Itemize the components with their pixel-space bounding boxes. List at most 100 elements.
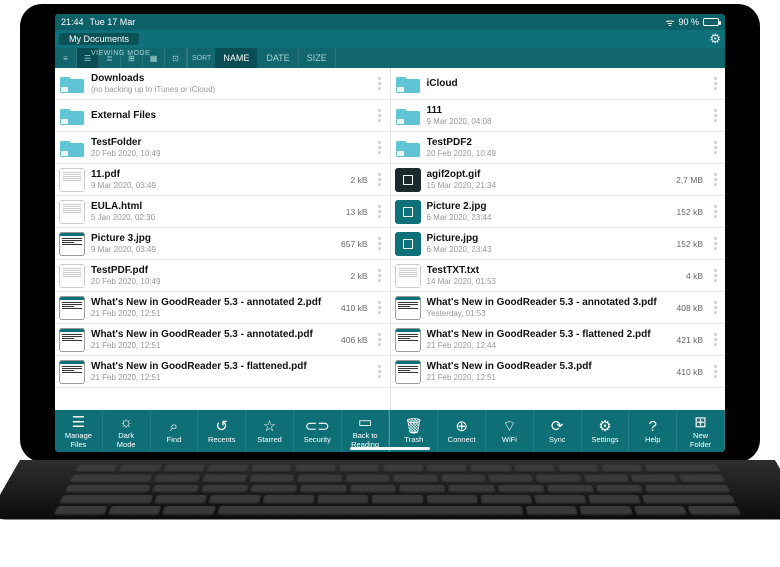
toolbar-label: Dark Mode	[117, 432, 136, 449]
document-icon	[59, 168, 85, 192]
toolbar-dark-button[interactable]: ☼ Dark Mode	[103, 410, 151, 452]
document-preview-icon	[59, 296, 85, 320]
drag-handle-icon[interactable]	[376, 333, 384, 346]
file-row[interactable]: What's New in GoodReader 5.3 - flattened…	[55, 356, 390, 388]
image-icon	[395, 200, 421, 224]
file-row[interactable]: Picture 3.jpg 9 Mar 2020, 03:49 657 kB	[55, 228, 390, 260]
drag-handle-icon[interactable]	[376, 237, 384, 250]
file-row[interactable]: Picture.jpg 6 Mar 2020, 23:43 152 kB	[391, 228, 726, 260]
drag-handle-icon[interactable]	[376, 269, 384, 282]
file-subtitle: 20 Feb 2020, 10:49	[427, 149, 706, 158]
document-preview-icon	[395, 328, 421, 352]
file-name: TestFolder	[91, 137, 370, 149]
document-preview-icon	[59, 328, 85, 352]
file-name: External Files	[91, 110, 370, 122]
file-name: TestPDF2	[427, 137, 706, 149]
toolbar-settings-button[interactable]: ⚙ Settings	[582, 410, 630, 452]
drag-handle-icon[interactable]	[376, 141, 384, 154]
file-name: What's New in GoodReader 5.3 - flattened…	[91, 361, 370, 373]
drag-handle-icon[interactable]	[376, 205, 384, 218]
file-name: agif2opt.gif	[427, 169, 671, 181]
recents-icon: ↺	[215, 417, 228, 435]
file-row[interactable]: What's New in GoodReader 5.3 - annotated…	[55, 324, 390, 356]
file-row[interactable]: What's New in GoodReader 5.3 - annotated…	[55, 292, 390, 324]
drag-handle-icon[interactable]	[376, 173, 384, 186]
file-row[interactable]: TestTXT.txt 14 Mar 2020, 01:53 4 kB	[391, 260, 726, 292]
file-row[interactable]: Picture 2.jpg 6 Mar 2020, 23:44 152 kB	[391, 196, 726, 228]
sort-date-button[interactable]: DATE	[258, 48, 298, 68]
document-preview-icon	[59, 232, 85, 256]
file-row[interactable]: 11.pdf 9 Mar 2020, 03:49 2 kB	[55, 164, 390, 196]
file-subtitle: 14 Mar 2020, 01:53	[427, 277, 680, 286]
wifi-icon: ⌔	[502, 417, 516, 435]
toolbar-label: Connect	[448, 436, 476, 444]
file-subtitle: 21 Feb 2020, 12:51	[91, 341, 335, 350]
toolbar-label: WiFi	[502, 436, 517, 444]
file-name: Picture 2.jpg	[427, 201, 671, 213]
toolbar-starred-button[interactable]: ☆ Starred	[246, 410, 294, 452]
file-row[interactable]: TestPDF.pdf 20 Feb 2020, 10:49 2 kB	[55, 260, 390, 292]
file-name: 11.pdf	[91, 169, 344, 181]
folder-icon	[395, 104, 421, 128]
file-subtitle: 21 Feb 2020, 12:51	[427, 373, 671, 382]
drag-handle-icon[interactable]	[376, 77, 384, 90]
manage-icon: ☰	[72, 413, 85, 431]
toolbar-help-button[interactable]: ? Help	[629, 410, 677, 452]
drag-handle-icon[interactable]	[711, 301, 719, 314]
file-row[interactable]: What's New in GoodReader 5.3.pdf 21 Feb …	[391, 356, 726, 388]
toolbar-trash-button[interactable]: 🗑 Trash	[390, 410, 438, 452]
file-size: 410 kB	[341, 303, 367, 313]
drag-handle-icon[interactable]	[711, 333, 719, 346]
file-row[interactable]: 111 9 Mar 2020, 04:08	[391, 100, 726, 132]
file-size: 421 kB	[677, 335, 703, 345]
file-row[interactable]: Downloads (no backing up to iTunes or iC…	[55, 68, 390, 100]
home-indicator[interactable]	[350, 447, 430, 450]
file-row[interactable]: What's New in GoodReader 5.3 - flattened…	[391, 324, 726, 356]
file-row[interactable]: TestPDF2 20 Feb 2020, 10:49	[391, 132, 726, 164]
file-row[interactable]: iCloud	[391, 68, 726, 100]
folder-icon	[395, 136, 421, 160]
file-row[interactable]: TestFolder 20 Feb 2020, 10:49	[55, 132, 390, 164]
file-row[interactable]: agif2opt.gif 15 Mar 2020, 21:34 2,7 MB	[391, 164, 726, 196]
file-row[interactable]: External Files	[55, 100, 390, 132]
toolbar-newfolder-button[interactable]: ⊞ New Folder	[677, 410, 725, 452]
settings-gear-icon[interactable]: ⚙	[709, 31, 721, 47]
toolbar-sync-button[interactable]: ⟳ Sync	[534, 410, 582, 452]
breadcrumb-root[interactable]: My Documents	[59, 33, 139, 45]
drag-handle-icon[interactable]	[711, 205, 719, 218]
security-icon: ⊂⊃	[305, 417, 330, 435]
toolbar-find-button[interactable]: ⌕ Find	[151, 410, 199, 452]
drag-handle-icon[interactable]	[711, 237, 719, 250]
sort-label: SORT	[188, 54, 215, 62]
sort-size-button[interactable]: SIZE	[299, 48, 336, 68]
drag-handle-icon[interactable]	[711, 365, 719, 378]
drag-handle-icon[interactable]	[711, 173, 719, 186]
file-size: 2 kB	[350, 271, 367, 281]
drag-handle-icon[interactable]	[711, 141, 719, 154]
toolbar-label: Security	[304, 436, 331, 444]
toolbar-connect-button[interactable]: ⊕ Connect	[438, 410, 486, 452]
file-subtitle: 6 Mar 2020, 23:43	[427, 245, 671, 254]
toolbar-back-button[interactable]: ▭ Back to Reading	[342, 410, 390, 452]
drag-handle-icon[interactable]	[376, 109, 384, 122]
toolbar-recents-button[interactable]: ↺ Recents	[198, 410, 246, 452]
file-subtitle: 9 Mar 2020, 03:49	[91, 181, 344, 190]
toolbar-security-button[interactable]: ⊂⊃ Security	[294, 410, 342, 452]
view-list1-icon[interactable]: ≡	[55, 48, 77, 68]
view-grid3-icon[interactable]: ⊡	[165, 48, 187, 68]
file-row[interactable]: What's New in GoodReader 5.3 - annotated…	[391, 292, 726, 324]
file-browser: Downloads (no backing up to iTunes or iC…	[55, 68, 725, 410]
toolbar-wifi-button[interactable]: ⌔ WiFi	[486, 410, 534, 452]
sort-name-button[interactable]: NAME	[215, 48, 258, 68]
toolbar-label: Settings	[591, 436, 618, 444]
toolbar-manage-button[interactable]: ☰ Manage Files	[55, 410, 103, 452]
help-icon: ?	[649, 417, 657, 435]
drag-handle-icon[interactable]	[711, 269, 719, 282]
drag-handle-icon[interactable]	[376, 365, 384, 378]
file-row[interactable]: EULA.html 5 Jan 2020, 02:30 13 kB	[55, 196, 390, 228]
drag-handle-icon[interactable]	[711, 77, 719, 90]
drag-handle-icon[interactable]	[711, 109, 719, 122]
drag-handle-icon[interactable]	[376, 301, 384, 314]
back-icon: ▭	[358, 413, 372, 431]
file-name: What's New in GoodReader 5.3 - annotated…	[427, 297, 671, 309]
